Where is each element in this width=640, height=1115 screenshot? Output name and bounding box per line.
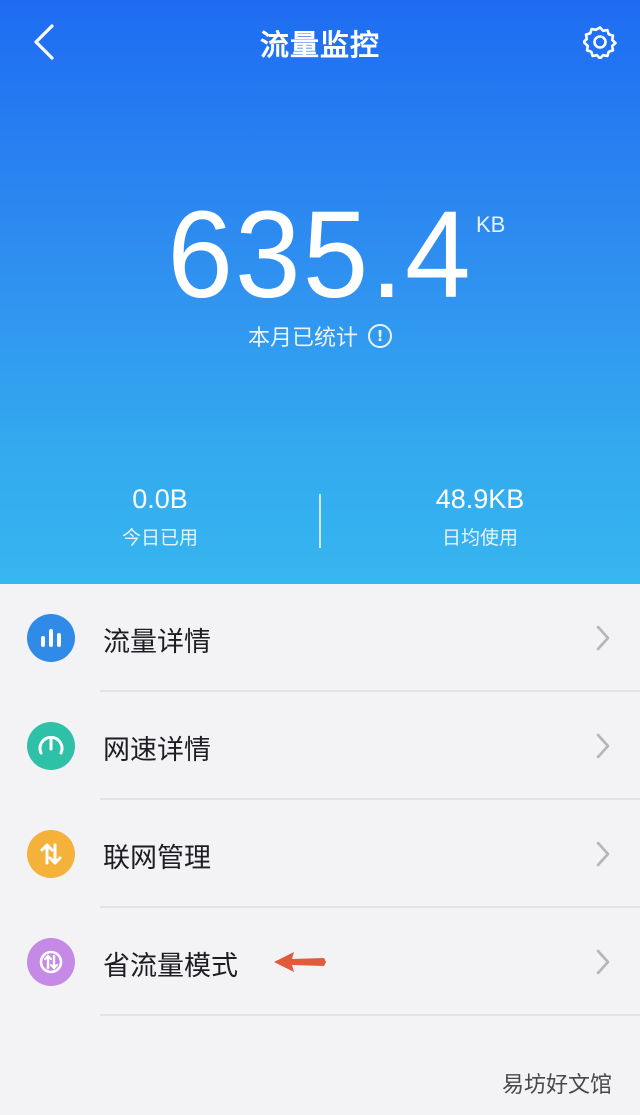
today-usage-value: 0.0B (132, 484, 188, 514)
settings-button[interactable] (578, 20, 622, 64)
menu-item-label: 联网管理 (103, 843, 211, 874)
monthly-usage-unit: KB (476, 212, 506, 237)
watermark: 易坊好文馆 (501, 1073, 612, 1098)
daily-average-usage: 48.9KB 日均使用 (320, 484, 640, 550)
page-title: 流量监控 (259, 28, 380, 62)
menu-item-speed-details[interactable]: 网速详情 (0, 692, 640, 800)
menu-item-network-management[interactable]: 联网管理 (0, 800, 640, 908)
annotation-arrow-icon (274, 952, 326, 972)
row-divider (100, 1014, 640, 1016)
monthly-usage-label-row: 本月已统计 ! (0, 320, 640, 352)
speedometer-icon (27, 722, 75, 770)
menu-item-label: 流量详情 (103, 627, 211, 658)
info-icon[interactable]: ! (368, 324, 392, 348)
menu-item-traffic-details[interactable]: 流量详情 (0, 584, 640, 692)
up-down-arrows-icon (27, 830, 75, 878)
gear-icon (583, 26, 617, 59)
monthly-usage-label: 本月已统计 (247, 326, 358, 351)
bar-chart-icon (27, 614, 75, 662)
header-hero: 流量监控 635.4 KB 本月已统计 ! 0.0B 今日已用 48.9KB 日… (0, 0, 640, 584)
chevron-right-icon (596, 625, 610, 651)
chevron-right-icon (596, 949, 610, 975)
menu-item-label: 网速详情 (103, 735, 211, 766)
today-usage: 0.0B 今日已用 (0, 484, 320, 550)
daily-average-label: 日均使用 (441, 527, 518, 549)
chevron-right-icon (596, 733, 610, 759)
daily-average-value: 48.9KB (435, 484, 525, 514)
menu-item-label: 省流量模式 (103, 951, 238, 982)
today-usage-label: 今日已用 (121, 527, 198, 549)
monthly-usage-value: 635.4 (167, 185, 473, 325)
chevron-right-icon (596, 841, 610, 867)
data-saver-icon (27, 938, 75, 986)
